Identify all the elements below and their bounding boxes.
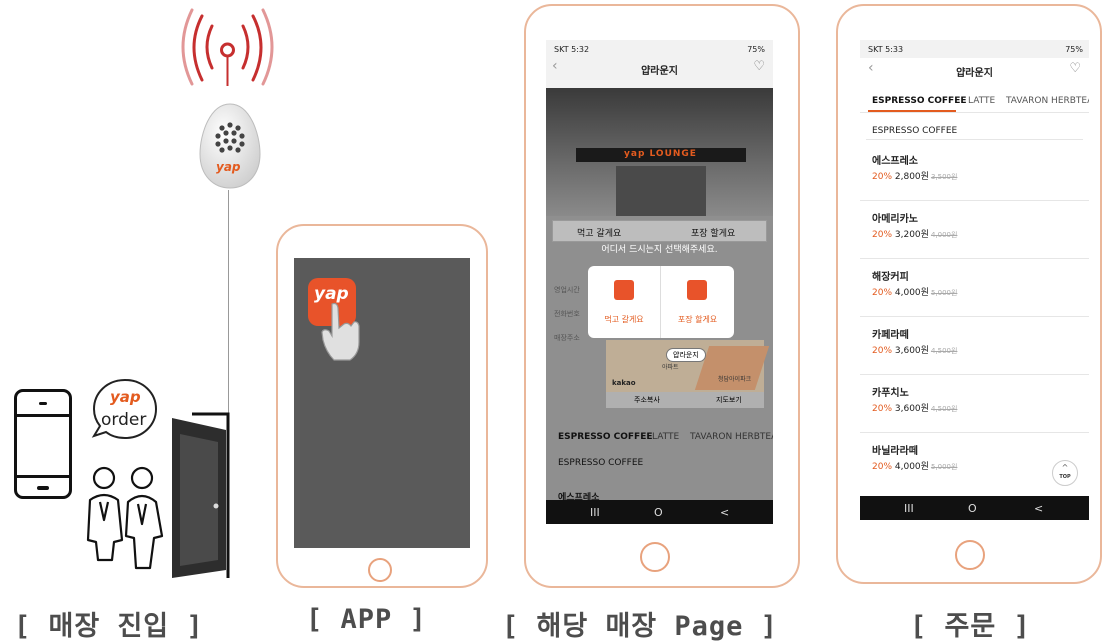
- scroll-top-button[interactable]: ^ TOP: [1052, 460, 1078, 486]
- map-brand: kakao: [612, 379, 636, 387]
- fork-knife-icon: [614, 280, 634, 300]
- heart-icon[interactable]: ♡: [1069, 61, 1081, 76]
- tablet-frame: yap: [276, 224, 488, 588]
- menu-item[interactable]: 에스프레소 20% 2,800원 3,500원: [860, 144, 1089, 201]
- map-view[interactable]: 얍라운지 kakao 아파트 청담아이파크: [606, 340, 770, 392]
- door-icon: [172, 412, 230, 578]
- store-screen: SKT 5:32 75% ‹ 얍라운지 ♡ yap LOUNGE 먹고 갈게요 …: [546, 40, 773, 524]
- recent-apps-button[interactable]: III: [904, 502, 914, 515]
- store-title: 얍라운지: [641, 66, 678, 77]
- store-signage: yap LOUNGE: [624, 149, 697, 159]
- store-phone-frame: SKT 5:32 75% ‹ 얍라운지 ♡ yap LOUNGE 먹고 갈게요 …: [524, 4, 800, 588]
- tablet-screen: yap: [294, 258, 470, 548]
- order-bubble-text: order: [101, 410, 147, 430]
- caption-order: [ 주문 ]: [910, 611, 1031, 642]
- copy-address-button[interactable]: 주소복사: [634, 395, 660, 405]
- device-logo: yap: [216, 160, 241, 174]
- prompt-text: 어디서 드시는지 선택해주세요.: [601, 245, 718, 255]
- category-tabs: ESPRESSO COFFEE LATTE TAVARON HERBTEA: [558, 432, 773, 448]
- view-map-button[interactable]: 지도보기: [716, 395, 742, 405]
- order-phone-home-button[interactable]: [955, 540, 985, 570]
- map-label: 얍라운지: [666, 348, 706, 362]
- section-title: ESPRESSO COFFEE: [558, 458, 644, 468]
- smartphone-icon: [14, 389, 72, 499]
- app-icon-label: yap: [314, 284, 349, 304]
- caption-entry: [ 매장 진입 ]: [14, 611, 204, 642]
- order-bubble-logo: yap: [110, 388, 141, 406]
- people-icon: [86, 466, 164, 570]
- tap-hand-icon: [321, 302, 360, 361]
- takeout-option[interactable]: 포장 할게요: [661, 266, 734, 338]
- order-phone-frame: SKT 5:33 75% ‹ 얍라운지 ♡ ESPRESSO COFFEE LA…: [836, 4, 1102, 584]
- tab-herbtea[interactable]: TAVARON HERBTEA: [690, 432, 773, 442]
- menu-item[interactable]: 카페라떼 20% 3,600원 4,500원: [860, 318, 1089, 375]
- order-type-modal: 먹고 갈게요 포장 할게요: [588, 266, 734, 338]
- signal-waves-icon: [181, 8, 274, 86]
- tab-latte[interactable]: LATTE: [652, 432, 679, 442]
- order-title: 얍라운지: [956, 68, 993, 79]
- beacon-cable: [228, 190, 229, 428]
- tab-espresso[interactable]: ESPRESSO COFFEE: [872, 96, 967, 106]
- tab-herbtea[interactable]: TAVARON HERBTEA: [1006, 96, 1089, 106]
- menu-item[interactable]: 카푸치노 20% 3,600원 4,500원: [860, 376, 1089, 433]
- home-nav-button[interactable]: O: [968, 502, 977, 515]
- order-bubble-icon: [91, 378, 158, 440]
- store-photo: yap LOUNGE: [546, 88, 773, 216]
- home-nav-button[interactable]: O: [654, 506, 663, 519]
- bag-icon: [687, 280, 707, 300]
- status-bar: SKT 5:33 75%: [868, 45, 1083, 54]
- menu-item[interactable]: 아메리카노 20% 3,200원 4,000원: [860, 202, 1089, 259]
- option-bar: 먹고 갈게요 포장 할게요: [552, 220, 767, 242]
- chevron-up-icon: ^: [1061, 463, 1069, 472]
- tab-latte[interactable]: LATTE: [968, 96, 995, 106]
- android-navbar: III O <: [860, 496, 1089, 520]
- store-phone-home-button[interactable]: [640, 542, 670, 572]
- option-takeout[interactable]: 포장 할게요: [691, 226, 735, 239]
- menu-item[interactable]: 해장커피 20% 4,000원 5,000원: [860, 260, 1089, 317]
- section-title: ESPRESSO COFFEE: [872, 126, 958, 136]
- option-dine-in[interactable]: 먹고 갈게요: [577, 226, 621, 239]
- menu-list: 에스프레소 20% 2,800원 3,500원 아메리카노 20% 3,200원 4…: [860, 144, 1089, 496]
- info-labels: 영업시간 전화번호 매장주소: [554, 286, 580, 342]
- dine-in-option[interactable]: 먹고 갈게요: [588, 266, 661, 338]
- status-bar: SKT 5:32 75%: [554, 45, 765, 54]
- android-navbar: III O <: [546, 500, 773, 524]
- recent-apps-button[interactable]: III: [590, 506, 600, 519]
- map-actions: 주소복사 지도보기: [606, 392, 764, 408]
- caption-app: [ APP ]: [306, 604, 427, 635]
- beacon-device: [199, 103, 261, 189]
- back-nav-button[interactable]: <: [720, 506, 729, 519]
- tablet-home-button[interactable]: [368, 558, 392, 582]
- back-nav-button[interactable]: <: [1034, 502, 1043, 515]
- order-screen: SKT 5:33 75% ‹ 얍라운지 ♡ ESPRESSO COFFEE LA…: [860, 40, 1089, 520]
- heart-icon[interactable]: ♡: [753, 59, 765, 74]
- caption-store-page: [ 해당 매장 Page ]: [502, 611, 778, 642]
- tab-espresso[interactable]: ESPRESSO COFFEE: [558, 432, 653, 442]
